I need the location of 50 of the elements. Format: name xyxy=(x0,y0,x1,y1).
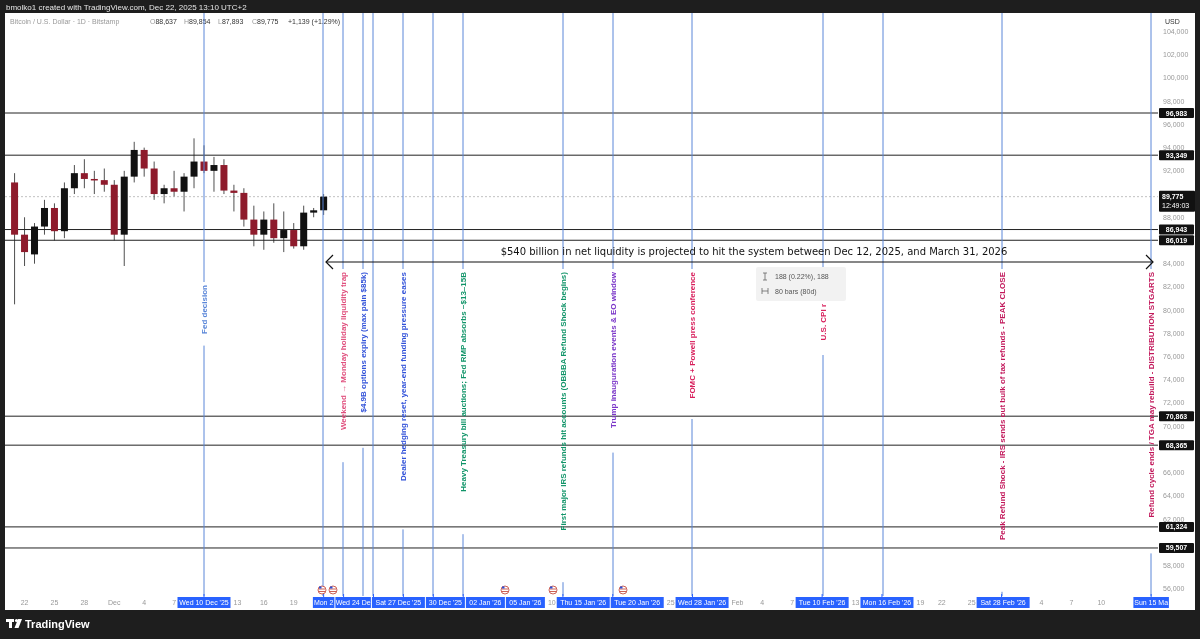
event-label: $4.9B options expiry (max pain $85k) xyxy=(358,272,368,413)
candle xyxy=(130,141,138,183)
candle xyxy=(300,205,308,251)
brand-name: TradingView xyxy=(25,618,90,630)
event-label: Peak Refund Shock - IRS sends out bulk of tax refunds - PEAK CLOSE xyxy=(997,272,1007,541)
candle xyxy=(230,184,238,212)
candle xyxy=(190,137,198,189)
candle xyxy=(160,184,168,204)
candle xyxy=(220,158,228,195)
candle xyxy=(310,207,318,218)
candle xyxy=(210,156,218,193)
candle xyxy=(70,164,78,195)
candle xyxy=(60,182,68,239)
candle xyxy=(110,179,118,241)
event-label: Weekend → Monday holiday liquidity trap xyxy=(338,272,348,431)
flag-icon xyxy=(548,585,558,595)
candle xyxy=(180,172,188,212)
flag-icon xyxy=(618,585,628,595)
candle xyxy=(150,161,158,201)
event-label: Dealer hedging reset, year-end funding pressure eases xyxy=(398,272,408,481)
candle xyxy=(250,205,258,247)
candle xyxy=(280,211,288,253)
annotation-text: $540 billion in net liquidity is projected to hit the system between Dec 12, 2025, and March 31, 2026 xyxy=(500,246,1008,257)
candle xyxy=(260,211,268,251)
event-label: Fed decision xyxy=(199,285,209,334)
candle xyxy=(90,170,98,195)
candle xyxy=(41,199,48,236)
flag-icon xyxy=(317,585,327,595)
event-label: Trump inauguration events & EO window xyxy=(608,272,618,428)
event-label: FOMC + Powell press conference xyxy=(687,272,697,399)
logo-icon xyxy=(6,618,22,628)
height-icon xyxy=(762,272,768,281)
candle xyxy=(170,170,178,197)
candle xyxy=(100,168,108,193)
candle xyxy=(21,216,29,267)
event-label: Heavy Treasury bill auctions; Fed RMP absorbs ~$13–15B xyxy=(458,272,468,492)
event-label: U.S. CPI r xyxy=(818,304,828,341)
event-label: First major IRS refunds hit accounts (OBBBA Refund Shock begins) xyxy=(558,272,568,531)
candle xyxy=(270,202,278,244)
candle xyxy=(50,202,58,241)
event-label: Refund cycle ends / TGA may rebuild - DISTRIBUTION STGARTS xyxy=(1146,272,1156,518)
flag-icon xyxy=(500,585,510,595)
header-title: bmolko1 created with TradingView.com, Dec 22, 2025 13:10 UTC+2 xyxy=(6,3,247,12)
width-icon xyxy=(761,287,769,295)
candle xyxy=(240,187,248,227)
candle xyxy=(31,222,38,265)
candle xyxy=(290,222,298,249)
candle xyxy=(80,158,88,189)
candle xyxy=(140,147,148,178)
flag-icon xyxy=(328,585,338,595)
